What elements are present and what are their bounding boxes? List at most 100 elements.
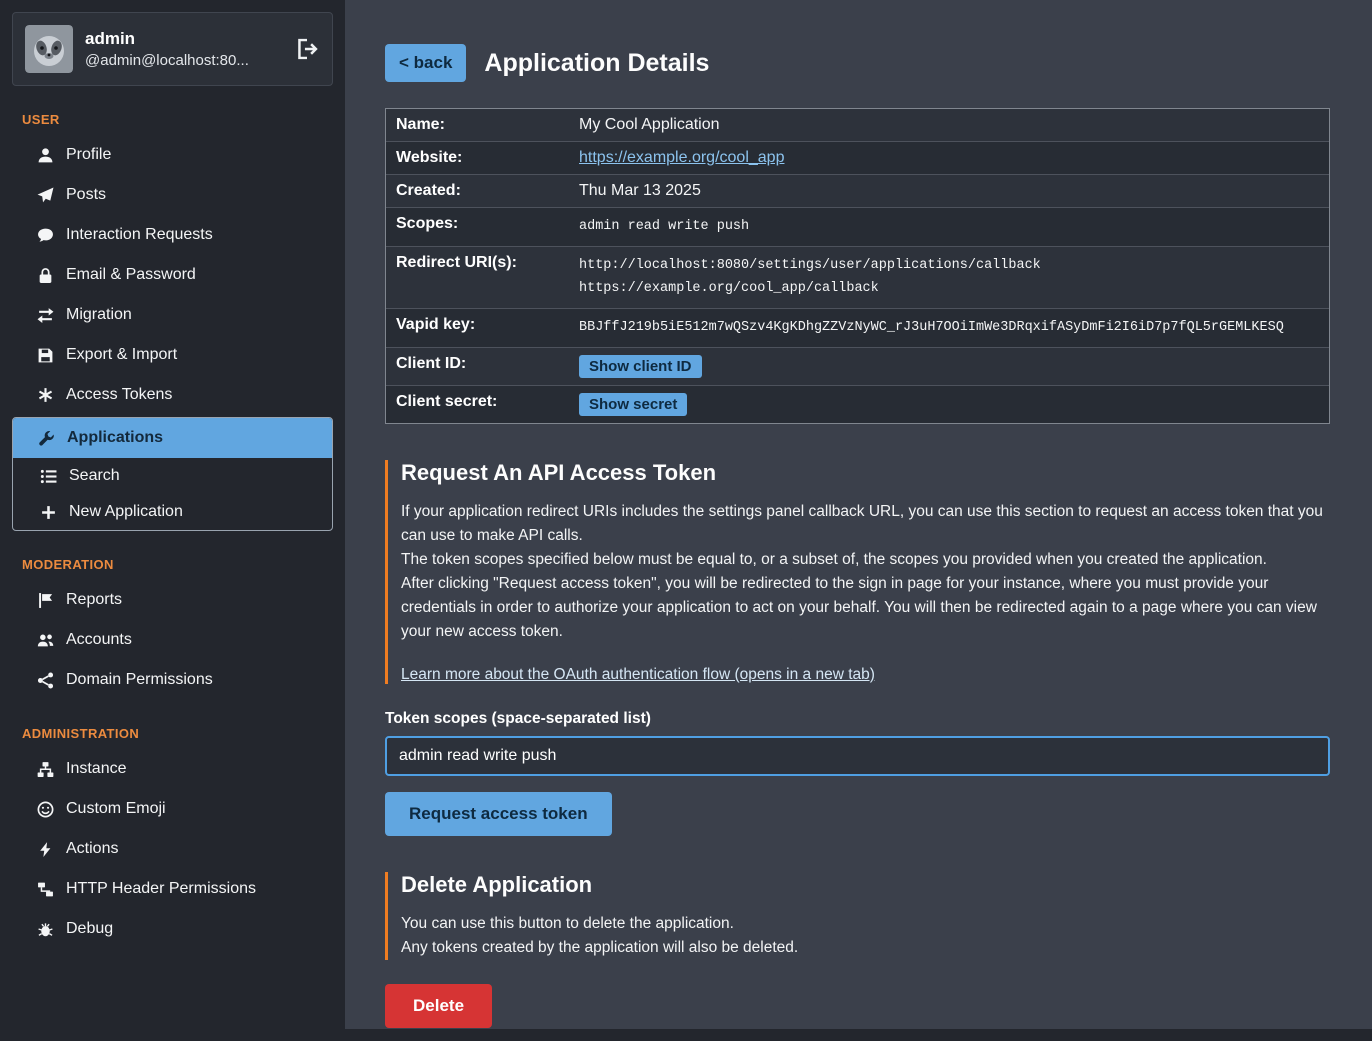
sidebar-item-access-tokens[interactable]: Access Tokens	[0, 375, 345, 415]
plus-icon	[39, 504, 57, 521]
detail-row-client-id: Client ID: Show client ID	[386, 347, 1329, 385]
show-secret-button[interactable]: Show secret	[579, 393, 687, 416]
sidebar-item-label: Posts	[66, 186, 106, 204]
sidebar-item-domain-permissions[interactable]: Domain Permissions	[0, 660, 345, 700]
sidebar-item-label: Email & Password	[66, 266, 196, 284]
sitemap-icon	[36, 761, 54, 778]
sidebar-item-label: Debug	[66, 920, 113, 938]
tools-icon	[37, 430, 55, 447]
sidebar-item-applications-new[interactable]: New Application	[13, 494, 332, 530]
sidebar-item-label: Domain Permissions	[66, 671, 213, 689]
sidebar-section-user: USER	[22, 112, 345, 127]
detail-row-name: Name: My Cool Application	[386, 109, 1329, 141]
detail-value: https://example.org/cool_app	[569, 142, 1329, 174]
token-scopes-label: Token scopes (space-separated list)	[385, 710, 1330, 728]
oauth-docs-link[interactable]: Learn more about the OAuth authenticatio…	[401, 666, 875, 684]
show-client-id-button[interactable]: Show client ID	[579, 355, 702, 378]
delete-line: Any tokens created by the application wi…	[401, 936, 1330, 960]
sidebar-item-profile[interactable]: Profile	[0, 135, 345, 175]
detail-label: Website:	[386, 142, 569, 174]
detail-label: Name:	[386, 109, 569, 141]
avatar	[25, 25, 73, 73]
sidebar: admin @admin@localhost:80... USER Profil…	[0, 0, 345, 1041]
detail-label: Redirect URI(s):	[386, 247, 569, 308]
sidebar-item-label: Instance	[66, 760, 126, 778]
user-handle: @admin@localhost:80...	[85, 52, 282, 69]
user-icon	[36, 147, 54, 164]
user-card[interactable]: admin @admin@localhost:80...	[12, 12, 333, 86]
flag-icon	[36, 592, 54, 609]
delete-application-section: Delete Application You can use this butt…	[385, 872, 1330, 1028]
sidebar-item-instance[interactable]: Instance	[0, 749, 345, 789]
delete-section-head: Delete Application You can use this butt…	[385, 872, 1330, 960]
detail-label: Client secret:	[386, 386, 569, 423]
delete-line: You can use this button to delete the ap…	[401, 912, 1330, 936]
sidebar-item-label: Reports	[66, 591, 122, 609]
list-icon	[39, 468, 57, 485]
token-paragraph: The token scopes specified below must be…	[401, 548, 1330, 572]
sidebar-item-applications-search[interactable]: Search	[13, 458, 332, 494]
detail-value: Show client ID	[569, 348, 1329, 385]
delete-button[interactable]: Delete	[385, 984, 492, 1028]
sidebar-item-label: Custom Emoji	[66, 800, 166, 818]
user-meta: admin @admin@localhost:80...	[85, 29, 282, 69]
detail-row-website: Website: https://example.org/cool_app	[386, 141, 1329, 174]
sidebar-item-label: Applications	[67, 429, 163, 447]
sidebar-section-administration: ADMINISTRATION	[22, 726, 345, 741]
sidebar-item-label: Migration	[66, 306, 132, 324]
sidebar-item-label: Export & Import	[66, 346, 177, 364]
request-token-section: Request An API Access Token If your appl…	[385, 460, 1330, 836]
detail-row-redirect-uris: Redirect URI(s): http://localhost:8080/s…	[386, 246, 1329, 308]
sidebar-item-label: Profile	[66, 146, 111, 164]
bug-icon	[36, 921, 54, 938]
detail-value: My Cool Application	[569, 109, 1329, 141]
title-row: < back Application Details	[385, 44, 1330, 82]
network-icon	[36, 881, 54, 898]
sidebar-item-debug[interactable]: Debug	[0, 909, 345, 949]
page-title: Application Details	[484, 49, 709, 78]
request-token-section-head: Request An API Access Token If your appl…	[385, 460, 1330, 684]
floppy-icon	[36, 347, 54, 364]
sidebar-item-export-import[interactable]: Export & Import	[0, 335, 345, 375]
share-nodes-icon	[36, 672, 54, 689]
sidebar-item-actions[interactable]: Actions	[0, 829, 345, 869]
lock-icon	[36, 267, 54, 284]
sidebar-item-posts[interactable]: Posts	[0, 175, 345, 215]
token-paragraph: If your application redirect URIs includ…	[401, 500, 1330, 548]
sign-out-icon[interactable]	[294, 36, 320, 62]
redirect-uri: http://localhost:8080/settings/user/appl…	[579, 254, 1041, 278]
comment-icon	[36, 227, 54, 244]
request-access-token-button[interactable]: Request access token	[385, 792, 612, 836]
detail-value: BBJffJ219b5iE512m7wQSzv4KgKDhgZZVzNyWC_r…	[569, 309, 1329, 347]
sidebar-group-applications: Applications Search New Application	[12, 417, 333, 531]
request-token-title: Request An API Access Token	[401, 460, 1330, 486]
detail-row-vapid-key: Vapid key: BBJffJ219b5iE512m7wQSzv4KgKDh…	[386, 308, 1329, 347]
redirect-uri: https://example.org/cool_app/callback	[579, 277, 879, 301]
application-details-table: Name: My Cool Application Website: https…	[385, 108, 1330, 424]
sidebar-item-reports[interactable]: Reports	[0, 580, 345, 620]
sidebar-item-interaction-requests[interactable]: Interaction Requests	[0, 215, 345, 255]
sidebar-section-moderation: MODERATION	[22, 557, 345, 572]
token-paragraph: After clicking "Request access token", y…	[401, 572, 1330, 644]
website-link[interactable]: https://example.org/cool_app	[579, 149, 784, 167]
username: admin	[85, 29, 282, 49]
sidebar-item-accounts[interactable]: Accounts	[0, 620, 345, 660]
detail-label: Scopes:	[386, 208, 569, 246]
sidebar-item-label: Actions	[66, 840, 118, 858]
detail-value: admin read write push	[569, 208, 1329, 246]
sidebar-item-migration[interactable]: Migration	[0, 295, 345, 335]
detail-row-client-secret: Client secret: Show secret	[386, 385, 1329, 423]
asterisk-icon	[36, 387, 54, 404]
back-button[interactable]: < back	[385, 44, 466, 82]
sidebar-item-http-header-permissions[interactable]: HTTP Header Permissions	[0, 869, 345, 909]
token-scopes-input[interactable]	[385, 736, 1330, 776]
sidebar-item-label: HTTP Header Permissions	[66, 880, 256, 898]
detail-value: Show secret	[569, 386, 1329, 423]
sidebar-item-custom-emoji[interactable]: Custom Emoji	[0, 789, 345, 829]
sidebar-item-applications[interactable]: Applications	[13, 418, 332, 458]
detail-label: Client ID:	[386, 348, 569, 385]
bolt-icon	[36, 841, 54, 858]
detail-row-scopes: Scopes: admin read write push	[386, 207, 1329, 246]
sidebar-item-email-password[interactable]: Email & Password	[0, 255, 345, 295]
users-icon	[36, 632, 54, 649]
